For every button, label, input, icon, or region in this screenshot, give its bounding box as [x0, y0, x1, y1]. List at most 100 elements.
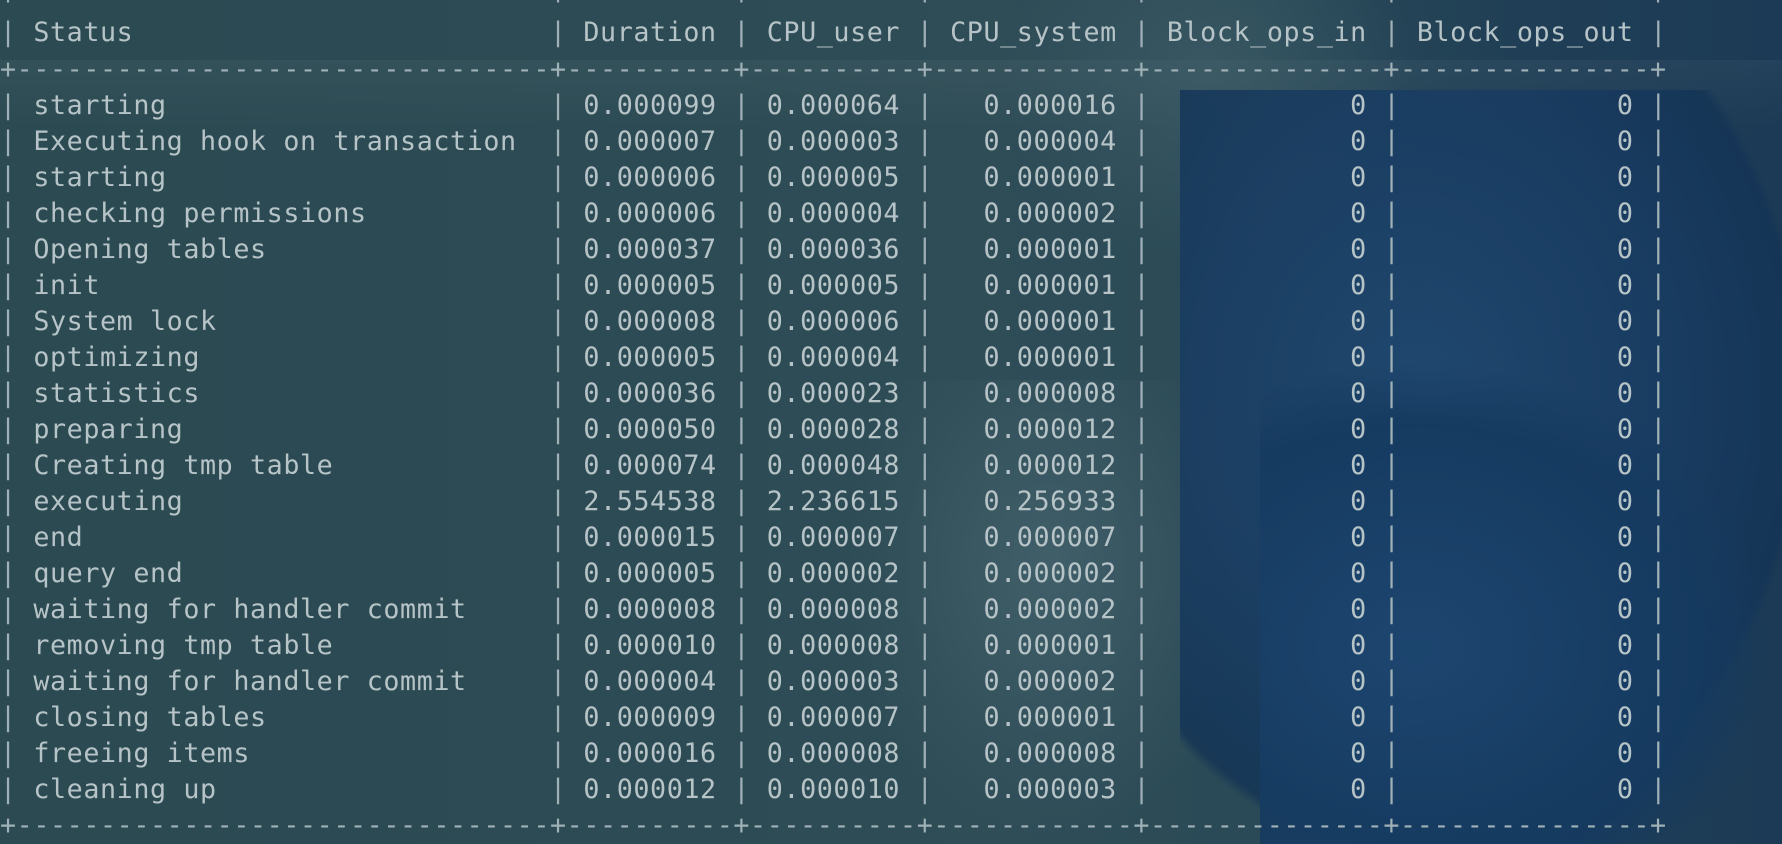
table-row: | Opening tables | 0.000037 | 0.000036 |… [0, 232, 1667, 268]
column-divider: | [1116, 522, 1167, 553]
cell-duration: 0.000008 [583, 592, 716, 628]
cell-block-ops-out: 0 [1417, 484, 1634, 520]
column-header-block-ops-in-text: Block_ops_in [1166, 17, 1367, 48]
column-divider: | [716, 630, 767, 661]
column-divider: | [0, 702, 34, 733]
cell-block-ops-in: 0 [1167, 196, 1367, 232]
cell-block-ops-in: 0 [1167, 664, 1367, 700]
cell-cpu-system-text: 0.000001 [983, 630, 1117, 661]
cell-status-text: Creating tmp table [33, 450, 334, 481]
column-divider: | [900, 90, 951, 121]
cell-duration: 0.000007 [583, 124, 716, 160]
cell-block-ops-in: 0 [1167, 268, 1367, 304]
table-row: | cleaning up | 0.000012 | 0.000010 | 0.… [0, 772, 1667, 808]
cell-cpu-user-text: 0.000004 [766, 342, 901, 373]
cell-block-ops-out: 0 [1417, 304, 1634, 340]
cell-block-ops-out: 0 [1417, 628, 1634, 664]
column-divider: | [900, 198, 951, 229]
cell-cpu-user-text: 0.000048 [766, 450, 901, 481]
column-divider: | [0, 342, 34, 373]
cell-cpu-user: 0.000023 [767, 376, 900, 412]
column-divider: | [533, 378, 584, 409]
column-divider: | [1633, 486, 1667, 517]
cell-cpu-system: 0.000001 [950, 700, 1117, 736]
cell-cpu-user: 0.000010 [767, 772, 900, 808]
cell-status-text: end [33, 522, 84, 553]
column-divider: | [1116, 270, 1167, 301]
cell-duration: 0.000005 [583, 556, 716, 592]
cell-block-ops-in: 0 [1167, 412, 1367, 448]
cell-block-ops-in: 0 [1167, 232, 1367, 268]
cell-status: removing tmp table [33, 628, 533, 664]
column-divider: | [533, 126, 584, 157]
cell-block-ops-in: 0 [1167, 520, 1367, 556]
header-row: | Status | Duration | CPU_user | CPU_sys… [0, 15, 1667, 51]
column-divider: | [716, 450, 767, 481]
cell-cpu-system: 0.000001 [950, 160, 1117, 196]
cell-block-ops-in: 0 [1167, 556, 1367, 592]
column-divider: | [1116, 90, 1167, 121]
column-divider: | [1633, 522, 1667, 553]
cell-cpu-user-text: 0.000003 [766, 126, 901, 157]
cell-cpu-system-text: 0.000008 [983, 738, 1117, 769]
column-divider: | [1116, 17, 1167, 48]
cell-block-ops-in: 0 [1167, 592, 1367, 628]
column-divider: | [0, 558, 34, 589]
column-divider: | [900, 774, 951, 805]
cell-block-ops-out-text: 0 [1616, 486, 1634, 517]
cell-cpu-system: 0.000012 [950, 412, 1117, 448]
table-row: | checking permissions | 0.000006 | 0.00… [0, 196, 1667, 232]
cell-cpu-user-text: 0.000005 [766, 162, 901, 193]
cell-cpu-user-text: 0.000008 [766, 738, 901, 769]
cell-block-ops-out-text: 0 [1616, 522, 1634, 553]
cell-block-ops-out-text: 0 [1616, 306, 1634, 337]
cell-block-ops-in-text: 0 [1350, 666, 1367, 697]
cell-status: closing tables [33, 700, 533, 736]
column-divider: | [900, 666, 951, 697]
column-divider: | [716, 378, 767, 409]
cell-cpu-system-text: 0.000012 [983, 450, 1117, 481]
column-divider: | [716, 702, 767, 733]
cell-status: waiting for handler commit [33, 592, 533, 628]
cell-block-ops-out-text: 0 [1616, 702, 1634, 733]
cell-cpu-user: 0.000002 [767, 556, 900, 592]
column-divider: | [0, 450, 34, 481]
column-header-cpu-system-text: CPU_system [950, 17, 1117, 48]
separator-line: +--------------------------------+------… [0, 808, 1667, 844]
cell-status-text: Opening tables [33, 234, 267, 265]
cell-duration: 0.000005 [583, 340, 716, 376]
column-divider: | [1116, 126, 1167, 157]
column-divider: | [533, 342, 584, 373]
cell-duration: 0.000037 [583, 232, 716, 268]
cell-status-text: removing tmp table [33, 630, 334, 661]
table-row: | closing tables | 0.000009 | 0.000007 |… [0, 700, 1667, 736]
cell-block-ops-in: 0 [1167, 304, 1367, 340]
cell-cpu-system-text: 0.000001 [983, 162, 1117, 193]
column-divider: | [900, 594, 951, 625]
column-divider: | [1366, 17, 1417, 48]
cell-cpu-system: 0.000002 [950, 196, 1117, 232]
column-divider: | [0, 198, 34, 229]
cell-duration-text: 0.000099 [583, 90, 717, 121]
cell-status: checking permissions [33, 196, 533, 232]
column-divider: | [0, 666, 34, 697]
cell-cpu-user-text: 0.000004 [766, 198, 901, 229]
column-divider: | [0, 90, 34, 121]
cell-block-ops-out: 0 [1417, 340, 1634, 376]
column-divider: | [1633, 630, 1667, 661]
cell-cpu-user-text: 0.000006 [766, 306, 901, 337]
cell-block-ops-out-text: 0 [1616, 162, 1634, 193]
cell-status: starting [33, 88, 533, 124]
cell-duration: 2.554538 [583, 484, 716, 520]
column-divider: | [1633, 306, 1667, 337]
cell-block-ops-in-text: 0 [1350, 198, 1367, 229]
cell-cpu-system-text: 0.000002 [983, 594, 1117, 625]
cell-block-ops-out: 0 [1417, 160, 1634, 196]
cell-cpu-system-text: 0.000012 [983, 414, 1117, 445]
column-divider: | [1116, 738, 1167, 769]
cell-block-ops-out: 0 [1417, 736, 1634, 772]
cell-block-ops-in-text: 0 [1350, 450, 1367, 481]
cell-block-ops-out-text: 0 [1616, 738, 1634, 769]
cell-status: init [33, 268, 533, 304]
cell-block-ops-in-text: 0 [1350, 558, 1367, 589]
